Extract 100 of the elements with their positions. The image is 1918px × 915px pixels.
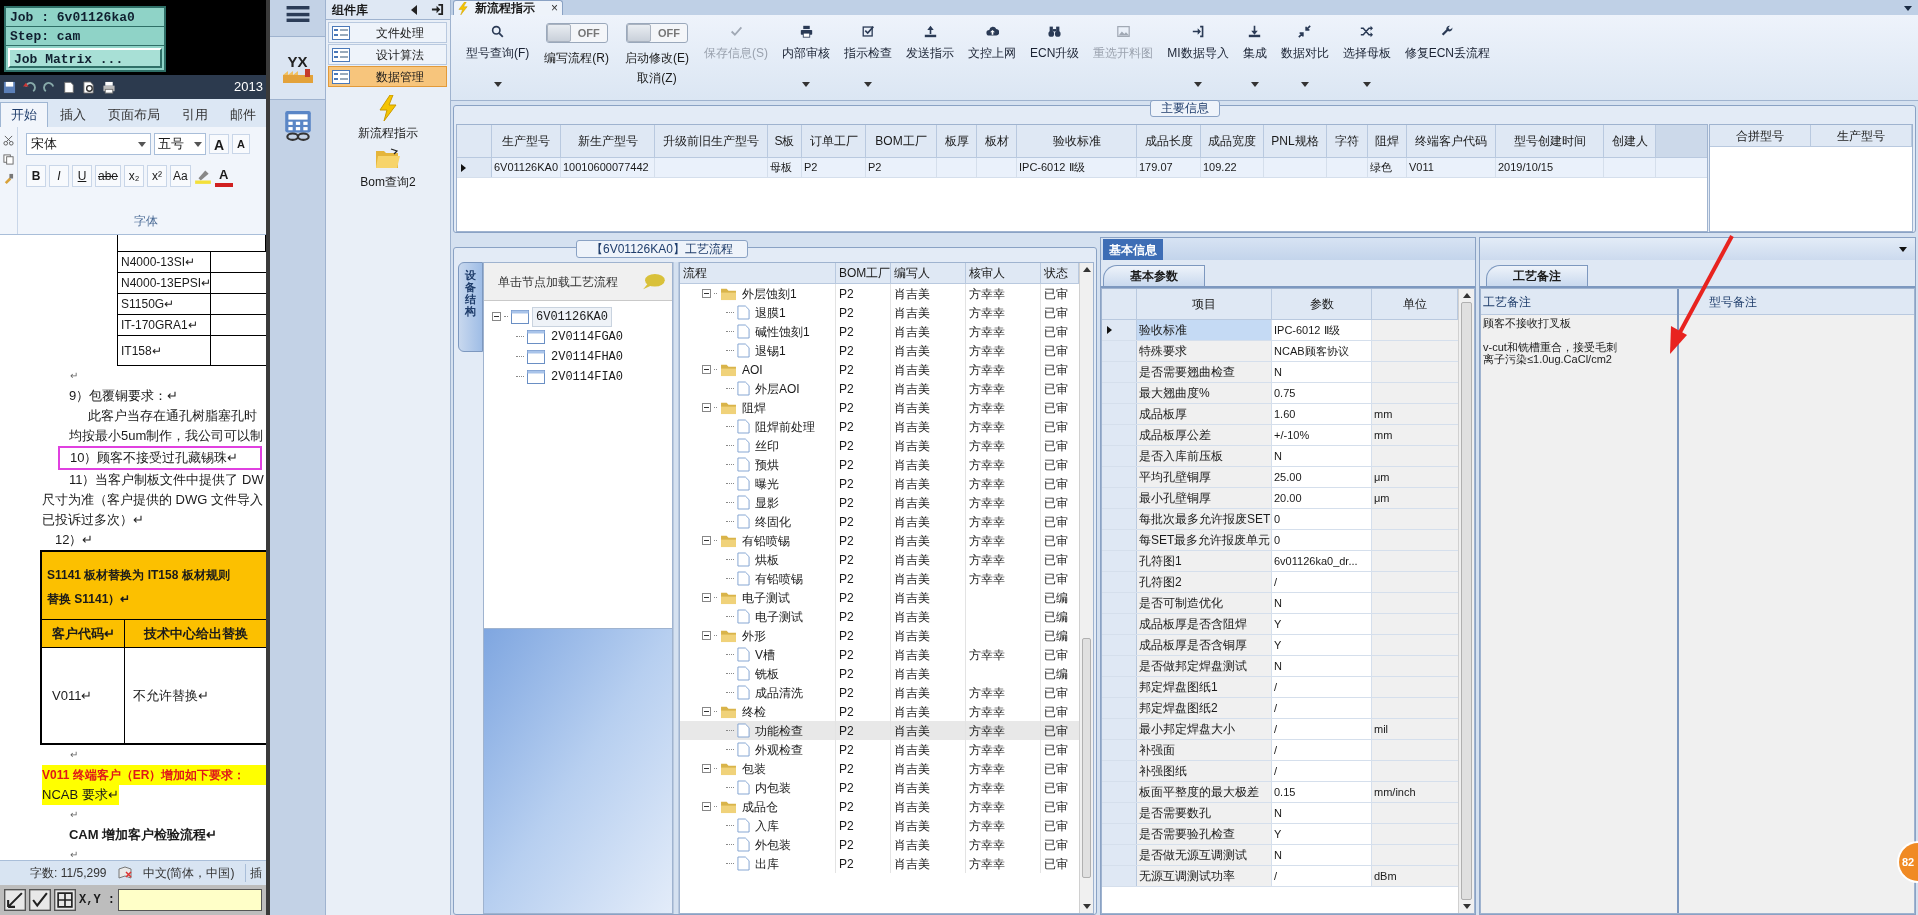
- diagonal-arrow-icon[interactable]: [4, 889, 26, 911]
- parameter-row[interactable]: 补强图纸 /: [1102, 761, 1458, 782]
- expand-toggle[interactable]: [702, 365, 711, 374]
- caret-icon[interactable]: [1362, 82, 1371, 87]
- undo-icon[interactable]: [23, 80, 36, 94]
- format-button[interactable]: B: [26, 165, 46, 187]
- parameter-row[interactable]: 补强面 /: [1102, 740, 1458, 761]
- parameter-row[interactable]: 成品板厚公差 +/-10% mm: [1102, 425, 1458, 446]
- parameter-row[interactable]: 特殊要求 NCAB顾客协议: [1102, 341, 1458, 362]
- scrollbar[interactable]: [1079, 263, 1093, 913]
- parameter-row[interactable]: 邦定焊盘图纸2 /: [1102, 698, 1458, 719]
- format-button[interactable]: x²: [147, 165, 168, 187]
- format-button[interactable]: abe: [95, 165, 122, 187]
- matrix-button[interactable]: Job Matrix ...: [8, 48, 162, 68]
- toolbar-button[interactable]: 集成: [1235, 15, 1274, 101]
- parameter-row[interactable]: 最小孔壁铜厚 20.00 μm: [1102, 488, 1458, 509]
- tree-node[interactable]: 2V0114FIA0: [548, 367, 626, 386]
- scroll-down-icon[interactable]: [1462, 904, 1471, 909]
- expand-toggle[interactable]: [702, 536, 711, 545]
- format-button[interactable]: I: [49, 165, 69, 187]
- format-painter-icon[interactable]: [3, 173, 14, 184]
- expand-toggle[interactable]: [702, 631, 711, 640]
- panel-tab[interactable]: 基本信息: [1103, 239, 1163, 260]
- caret-icon[interactable]: [1899, 246, 1907, 252]
- expand-toggle[interactable]: [702, 289, 711, 298]
- print-icon[interactable]: [102, 80, 116, 94]
- grow-font-button[interactable]: A: [209, 134, 229, 154]
- parameter-row[interactable]: 板面平整度的最大极差 0.15 mm/inch: [1102, 782, 1458, 803]
- caret-icon[interactable]: [1250, 82, 1259, 87]
- ribbon-tab[interactable]: 邮件: [220, 102, 266, 127]
- ribbon-tab[interactable]: 页面布局: [98, 102, 170, 127]
- toolbar-button[interactable]: 选择母板: [1335, 15, 1398, 101]
- table-row[interactable]: 6V01126KA0 10010600077442 母板 P2 P2 IPC-6012 Ⅱ级 179.07 109.22 绿色 V011 2019/10/15: [457, 158, 1707, 178]
- toolbar-button[interactable]: 修复ECN丢流程: [1397, 15, 1498, 101]
- expand-toggle[interactable]: [492, 312, 501, 321]
- collapse-icon[interactable]: [411, 4, 417, 15]
- format-button[interactable]: x₂: [124, 165, 145, 187]
- process-row[interactable]: 功能检查 P2 肖吉美 方幸幸 已审: [680, 721, 1079, 740]
- toolbar-button[interactable]: ECN升级: [1023, 15, 1087, 101]
- component-item[interactable]: 数据管理: [328, 66, 447, 87]
- format-button[interactable]: U: [72, 165, 92, 187]
- parameter-row[interactable]: 是否需要验孔检查 Y: [1102, 824, 1458, 845]
- scroll-down-icon[interactable]: [1082, 904, 1091, 909]
- document-tab[interactable]: 新流程指示 ×: [453, 0, 563, 15]
- toolbar-button[interactable]: 文控上网: [961, 15, 1023, 101]
- toggle-switch[interactable]: OFF: [626, 23, 688, 43]
- parameter-row[interactable]: 是否做邦定焊盘测试 N: [1102, 656, 1458, 677]
- expand-toggle[interactable]: [702, 707, 711, 716]
- toolbar-button[interactable]: 指示检查: [837, 15, 899, 101]
- parameter-row[interactable]: 孔符图1 6v01126ka0_dr...: [1102, 551, 1458, 572]
- tick-icon[interactable]: [29, 889, 51, 911]
- parameter-row[interactable]: 孔符图2 /: [1102, 572, 1458, 593]
- copy-icon[interactable]: [3, 154, 14, 165]
- sub-tab[interactable]: 工艺备注: [1486, 265, 1588, 286]
- scissors-icon[interactable]: [3, 135, 14, 146]
- tree-node[interactable]: 2V0114FHA0: [548, 347, 626, 366]
- proofing-icon[interactable]: [116, 866, 133, 880]
- ribbon-tab[interactable]: 插入: [50, 102, 96, 127]
- scroll-up-icon[interactable]: [1462, 293, 1471, 298]
- scroll-thumb[interactable]: [1461, 302, 1472, 900]
- print-preview-icon[interactable]: [82, 80, 95, 94]
- expand-toggle[interactable]: [702, 593, 711, 602]
- toggle-switch[interactable]: OFF: [545, 23, 608, 43]
- parameter-row[interactable]: 每SET最多允许报废单元 0: [1102, 530, 1458, 551]
- menu-icon[interactable]: [285, 6, 310, 22]
- shrink-font-button[interactable]: A: [232, 134, 250, 154]
- parameter-row[interactable]: 邦定焊盘图纸1 /: [1102, 677, 1458, 698]
- font-size-field[interactable]: 五号: [154, 133, 206, 155]
- parameter-row[interactable]: 最小邦定焊盘大小 / mil: [1102, 719, 1458, 740]
- new-document-icon[interactable]: [63, 80, 75, 94]
- redo-icon[interactable]: [43, 80, 56, 94]
- close-button[interactable]: ×: [551, 2, 558, 14]
- parameter-row[interactable]: 成品板厚是否含阻焊 Y: [1102, 614, 1458, 635]
- parameter-row[interactable]: 是否可制造优化 N: [1102, 593, 1458, 614]
- caret-icon[interactable]: [1904, 6, 1912, 11]
- parameter-row[interactable]: 成品板厚 1.60 mm: [1102, 404, 1458, 425]
- scroll-up-icon[interactable]: [1082, 267, 1091, 272]
- parameter-row[interactable]: 平均孔壁铜厚 25.00 μm: [1102, 467, 1458, 488]
- caret-icon[interactable]: [138, 141, 146, 147]
- calculator-link-icon[interactable]: [282, 110, 313, 142]
- parameter-row[interactable]: 是否需要翘曲检查 N: [1102, 362, 1458, 383]
- app-logo-tile[interactable]: YX: [270, 36, 325, 100]
- expand-toggle[interactable]: [702, 403, 711, 412]
- font-name-field[interactable]: 宋体: [26, 133, 151, 155]
- parameter-row[interactable]: 是否需要数孔 N: [1102, 803, 1458, 824]
- tool-button[interactable]: 新流程指示: [358, 95, 418, 142]
- save-icon[interactable]: [3, 80, 16, 94]
- parameter-row[interactable]: 无源互调测试功率 / dBm: [1102, 866, 1458, 887]
- toolbar-button[interactable]: 数据对比: [1273, 15, 1336, 101]
- expand-toggle[interactable]: [702, 802, 711, 811]
- sign-in-icon[interactable]: [431, 3, 444, 16]
- parameter-row[interactable]: 最大翘曲度% 0.75: [1102, 383, 1458, 404]
- caret-icon[interactable]: [194, 141, 202, 147]
- toolbar-button[interactable]: 内部审核: [775, 15, 837, 101]
- caret-icon[interactable]: [1300, 82, 1309, 87]
- sub-tab[interactable]: 基本参数: [1103, 265, 1205, 286]
- parameter-row[interactable]: 验收标准 IPC-6012 Ⅱ级: [1102, 320, 1458, 341]
- format-button[interactable]: Aa: [170, 165, 191, 187]
- parameter-row[interactable]: 是否做无源互调测试 N: [1102, 845, 1458, 866]
- tree-node[interactable]: 2V0114FGA0: [548, 327, 626, 346]
